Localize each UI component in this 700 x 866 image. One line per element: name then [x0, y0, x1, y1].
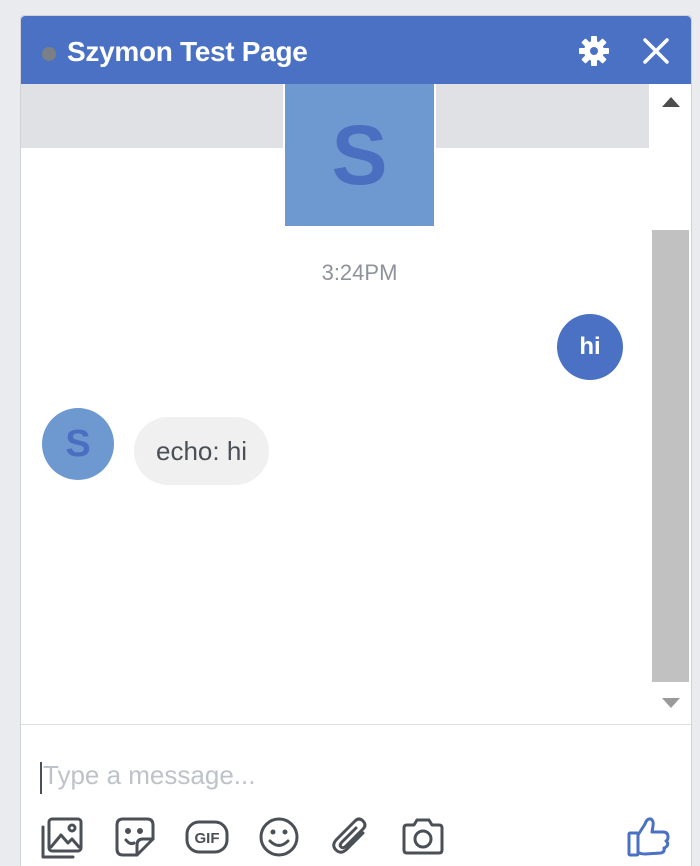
- like-button[interactable]: [625, 813, 673, 861]
- message-list: S 3:24PM hi S echo: hi: [21, 84, 649, 724]
- emoji-button[interactable]: [255, 813, 303, 861]
- gif-icon: GIF: [185, 820, 229, 854]
- page-avatar: S: [283, 84, 436, 226]
- scroll-up-arrow[interactable]: [662, 97, 680, 107]
- gif-label: GIF: [195, 830, 220, 847]
- close-button[interactable]: [639, 34, 673, 68]
- scrollbar[interactable]: [649, 84, 691, 724]
- gif-button[interactable]: GIF: [183, 813, 231, 861]
- scroll-down-arrow[interactable]: [662, 698, 680, 708]
- chat-header[interactable]: Szymon Test Page: [21, 16, 691, 84]
- attachment-button[interactable]: [327, 813, 375, 861]
- message-timestamp: 3:24PM: [321, 260, 398, 285]
- photo-icon: [41, 817, 83, 859]
- chat-window: Szymon Test Page S 3:24PM hi S echo: hi …: [20, 15, 692, 866]
- camera-button[interactable]: [399, 813, 447, 861]
- composer: GIF: [21, 724, 691, 866]
- close-icon: [643, 38, 669, 64]
- photo-button[interactable]: [39, 813, 87, 861]
- sticker-icon: [115, 817, 155, 857]
- gear-icon: [579, 36, 609, 66]
- sender-avatar[interactable]: S: [42, 408, 114, 480]
- attachment-icon: [332, 817, 367, 854]
- settings-button[interactable]: [577, 34, 611, 68]
- sticker-button[interactable]: [111, 813, 159, 861]
- chat-title[interactable]: Szymon Test Page: [67, 34, 308, 70]
- like-icon: [627, 817, 670, 857]
- camera-icon: [402, 818, 444, 855]
- incoming-message: echo: hi: [134, 417, 270, 485]
- text-caret: [40, 762, 42, 794]
- outgoing-message: hi: [557, 314, 623, 380]
- message-input[interactable]: [43, 755, 643, 795]
- scroll-thumb[interactable]: [652, 230, 689, 682]
- emoji-icon: [259, 817, 299, 857]
- status-indicator: [42, 47, 56, 61]
